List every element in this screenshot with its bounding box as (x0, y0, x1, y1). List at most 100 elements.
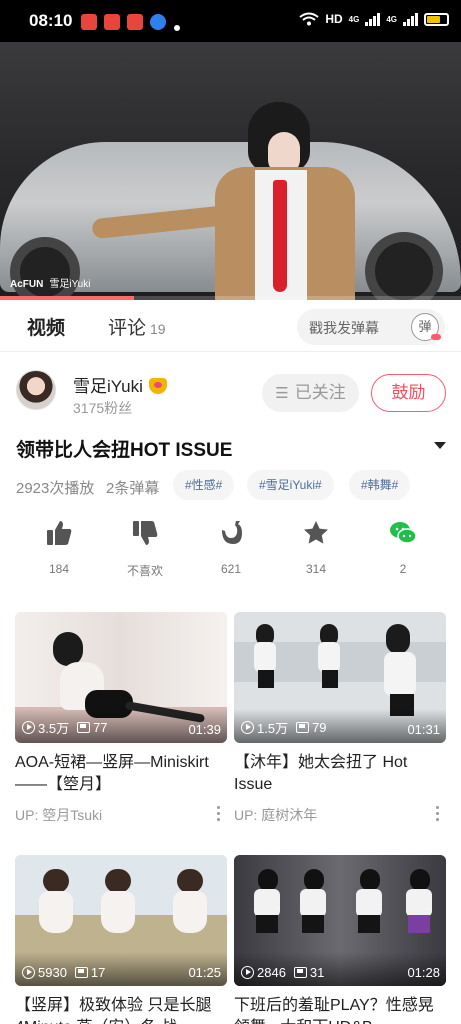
skirt-shape (256, 915, 278, 933)
skirt-shape (258, 670, 274, 688)
tag-chip[interactable]: #雪足iYuki# (247, 470, 334, 500)
card-title[interactable]: 【竖屏】极致体验 只是长腿 4Minute 燕（安）冬 战 (15, 995, 227, 1024)
shirt-shape (300, 889, 326, 917)
signal-2-label: 4G (386, 14, 397, 24)
video-thumbnail[interactable]: 1.5万 79 01:31 (234, 612, 446, 743)
shirt-shape (254, 889, 280, 917)
hair-shape (105, 869, 131, 893)
video-watermark: AcFUN 雪足iYuki (10, 275, 90, 290)
shirt-shape (318, 642, 340, 672)
video-thumbnail[interactable]: 5930 17 01:25 (15, 855, 227, 986)
shirt-shape (254, 642, 276, 672)
video-thumbnail[interactable]: 2846 31 01:28 (234, 855, 446, 986)
tab-comments-label: 评论 (108, 318, 147, 339)
recommended-video-card[interactable]: 2846 31 01:28 下班后的羞耻PLAY？性感晃领舞 · 大和下HD&B (234, 855, 446, 1024)
thumbnail-stats: 1.5万 79 (241, 718, 327, 737)
card-title[interactable]: AOA-短裙—竖屏—Miniskirt——【箜月】 (15, 752, 227, 796)
skirt-shape (302, 915, 324, 933)
shirt-shape (384, 652, 416, 696)
shirt-shape (356, 889, 382, 917)
star-icon (304, 521, 328, 544)
view-count: 1.5万 (257, 721, 289, 736)
thumbs-up-icon (47, 521, 72, 545)
banana-button[interactable]: 621 (201, 518, 261, 576)
tag-chip[interactable]: #性感# (173, 470, 235, 500)
hair-shape (177, 869, 203, 893)
tag-chip[interactable]: #韩舞# (349, 470, 411, 500)
signal-1-label: 4G (348, 14, 360, 24)
dress-shape (39, 891, 73, 933)
avatar[interactable] (16, 370, 56, 410)
browser-notification-icon (150, 14, 166, 30)
thumbnail-stats: 3.5万 77 (22, 718, 108, 737)
view-count: 3.5万 (38, 721, 70, 736)
comment-count: 19 (150, 321, 166, 337)
app-notification-icon (104, 14, 120, 30)
more-options-icon[interactable] (436, 806, 440, 822)
view-count: 5930 (38, 965, 67, 980)
map-notification-icon (127, 14, 143, 30)
danmaku-icon (293, 967, 307, 978)
card-uploader-row: UP: 庭树沐年 (234, 805, 446, 825)
danmu-input[interactable]: 戳我发弹幕 弹 (297, 309, 445, 345)
danmaku-count: 77 (93, 720, 108, 735)
danmaku-icon (77, 722, 91, 733)
wechat-icon (390, 522, 417, 544)
uploader-section: 雪足iYuki 3175粉丝 ☰ 已关注 鼓励 (0, 352, 461, 426)
like-button[interactable]: 184 (29, 518, 89, 576)
video-thumbnail[interactable]: 3.5万 77 01:39 (15, 612, 227, 743)
card-title[interactable]: 下班后的羞耻PLAY？性感晃领舞 · 大和下HD&B (234, 995, 446, 1024)
expand-description-icon[interactable] (434, 442, 446, 449)
play-count-icon (241, 966, 254, 979)
favorite-button[interactable]: 314 (286, 518, 346, 576)
thumbs-down-icon (133, 521, 158, 545)
shirt-shape (406, 889, 432, 917)
recommended-video-card[interactable]: 1.5万 79 01:31 【沐年】她太会扭了 Hot Issue UP: 庭树沐… (234, 612, 446, 825)
dislike-button[interactable]: 不喜欢 (115, 518, 175, 579)
favorite-count: 314 (305, 562, 327, 576)
skirt-shape (408, 915, 430, 933)
wifi-icon (299, 12, 319, 26)
more-notifications-dot (174, 25, 180, 31)
tab-comments[interactable]: 评论 19 (108, 313, 166, 340)
recommended-video-card[interactable]: 3.5万 77 01:39 AOA-短裙—竖屏—Miniskirt——【箜月】 U… (15, 612, 227, 825)
battery-icon (424, 12, 449, 26)
card-uploader[interactable]: UP: 庭树沐年 (234, 807, 317, 823)
status-bar: 08:10 HD 4G 4G (0, 0, 461, 42)
tab-bar: 视频 评论 19 戳我发弹幕 弹 (0, 300, 461, 352)
video-duration: 01:31 (407, 722, 440, 737)
hair-shape (258, 869, 278, 891)
tab-video[interactable]: 视频 (24, 313, 66, 341)
danmaku-count: 31 (309, 965, 325, 980)
skirt-shape (358, 915, 380, 933)
hair-shape (304, 869, 324, 891)
hair-shape (410, 869, 430, 891)
card-uploader[interactable]: UP: 箜月Tsuki (15, 807, 102, 823)
hair-shape (386, 624, 410, 654)
play-count-icon (241, 721, 254, 734)
menu-icon: ☰ (275, 385, 289, 402)
skirt-shape (322, 670, 338, 688)
recommended-video-card[interactable]: 5930 17 01:25 【竖屏】极致体验 只是长腿 4Minute 燕（安）冬… (15, 855, 227, 1024)
danmaku-icon (296, 722, 310, 733)
watermark-uploader: 雪足iYuki (49, 279, 91, 290)
uploader-name-row[interactable]: 雪足iYuki (73, 372, 167, 397)
card-title[interactable]: 【沐年】她太会扭了 Hot Issue (234, 752, 446, 796)
encourage-button[interactable]: 鼓励 (371, 374, 446, 412)
follow-button[interactable]: ☰ 已关注 (262, 374, 359, 412)
video-player[interactable]: AcFUN 雪足iYuki (0, 42, 461, 300)
share-wechat-button[interactable]: 2 (373, 518, 433, 576)
danmu-toggle-icon[interactable]: 弹 (411, 313, 441, 341)
signal-2-icon (403, 12, 418, 26)
hair-shape (360, 869, 380, 891)
danmu-placeholder: 戳我发弹幕 (309, 320, 379, 336)
dress-shape (101, 891, 135, 933)
more-options-icon[interactable] (217, 806, 221, 822)
medal-icon (148, 378, 167, 394)
app-notification-icon (81, 14, 97, 30)
status-indicators: HD 4G 4G (299, 12, 449, 26)
danmaku-count: 17 (90, 965, 106, 980)
banana-icon (222, 521, 242, 544)
play-count-icon (22, 721, 35, 734)
dislike-label: 不喜欢 (126, 564, 163, 578)
